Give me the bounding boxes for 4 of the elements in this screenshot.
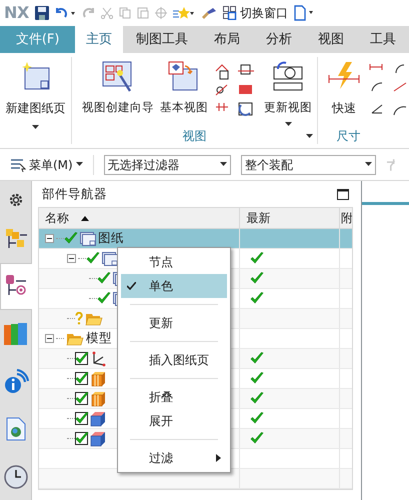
app-logo: NX (4, 2, 29, 24)
panel-title: 部件导航器 (42, 184, 107, 203)
group-label: 尺寸 (336, 128, 360, 145)
group-label: 视图 (182, 128, 206, 145)
